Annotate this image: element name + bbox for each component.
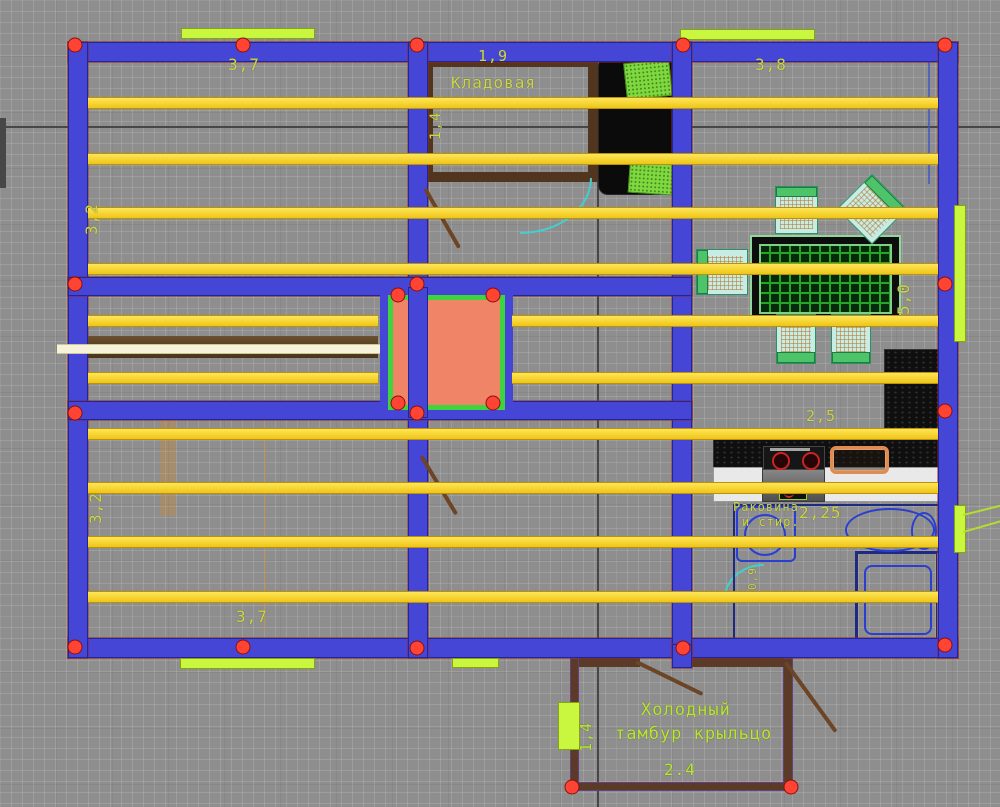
wall-outer-top[interactable] xyxy=(68,42,958,62)
node-point[interactable] xyxy=(486,396,501,411)
kitchen-counter-bottom[interactable] xyxy=(713,439,940,470)
dim-bath-door[interactable]: 0,9 xyxy=(747,567,758,590)
dim-bottom-left[interactable]: 3,7 xyxy=(236,609,268,625)
window-top-left[interactable] xyxy=(181,28,315,39)
joist[interactable] xyxy=(88,482,938,494)
joist[interactable] xyxy=(88,536,938,548)
label-sink-line2[interactable]: и стир. xyxy=(742,516,800,528)
node-point[interactable] xyxy=(410,406,425,421)
joist[interactable] xyxy=(88,97,938,109)
joist[interactable] xyxy=(88,207,938,219)
node-point[interactable] xyxy=(236,38,251,53)
annex-wall-top-left[interactable] xyxy=(579,658,640,667)
dim-annex-width[interactable]: 2.4 xyxy=(664,762,696,778)
highlighted-joist[interactable] xyxy=(57,344,380,354)
node-point[interactable] xyxy=(938,38,953,53)
annex-wall-bottom[interactable] xyxy=(570,782,793,791)
node-point[interactable] xyxy=(410,277,425,292)
room-label-annex-line1[interactable]: Холодный xyxy=(641,702,731,719)
chair-backrest xyxy=(776,187,817,197)
node-point[interactable] xyxy=(391,288,406,303)
dim-left-lower[interactable]: 3,2 xyxy=(88,492,104,524)
joist[interactable] xyxy=(88,153,938,165)
room-label-annex-line2[interactable]: тамбур крыльцо xyxy=(615,726,772,743)
joist[interactable] xyxy=(88,315,378,327)
joist[interactable] xyxy=(512,372,938,384)
dim-kitchen-wall[interactable]: 2,25 xyxy=(799,505,842,521)
joist[interactable] xyxy=(88,263,938,275)
dim-annex-depth[interactable]: 1,4 xyxy=(579,722,594,752)
node-point[interactable] xyxy=(784,780,799,795)
room-label-storage[interactable]: Кладовая xyxy=(451,75,536,91)
node-point[interactable] xyxy=(565,780,580,795)
window-bottom-left[interactable] xyxy=(180,658,315,669)
wall-inner-vertical-2[interactable] xyxy=(672,42,692,658)
joist[interactable] xyxy=(88,372,378,384)
joist[interactable] xyxy=(512,315,938,327)
window-leader-line-2 xyxy=(963,520,1000,533)
window-right-lower[interactable] xyxy=(954,505,966,553)
node-point[interactable] xyxy=(938,404,953,419)
node-point[interactable] xyxy=(391,396,406,411)
window-right-upper[interactable] xyxy=(954,205,966,342)
left-edge-guide-tick xyxy=(0,118,6,188)
node-point[interactable] xyxy=(938,277,953,292)
dim-left-upper[interactable]: 3,2 xyxy=(84,203,100,235)
node-point[interactable] xyxy=(68,640,83,655)
annex-wall-top-right[interactable] xyxy=(687,658,784,667)
dim-kitchen-run[interactable]: 2,5 xyxy=(806,409,836,424)
kitchen-sink[interactable] xyxy=(830,446,889,474)
vertical-guide-line xyxy=(597,126,599,807)
beam-over-stove xyxy=(408,287,428,418)
cad-canvas[interactable]: 3,7 1,9 Кладовая 3,8 1,4 3,2 5,0 2,5 2,2… xyxy=(0,0,1000,807)
node-point[interactable] xyxy=(236,640,251,655)
node-point[interactable] xyxy=(938,638,953,653)
node-point[interactable] xyxy=(486,288,501,303)
label-sink-line1[interactable]: Раковина xyxy=(733,501,799,513)
sofa-pillow-top[interactable] xyxy=(623,59,673,101)
dim-storage-depth[interactable]: 1,4 xyxy=(429,112,443,140)
wall-outer-bottom[interactable] xyxy=(68,638,958,658)
burner-right xyxy=(802,452,820,470)
node-point[interactable] xyxy=(68,277,83,292)
wall-outer-right[interactable] xyxy=(938,42,958,658)
dim-top-left[interactable]: 3,7 xyxy=(228,57,260,73)
burner-left xyxy=(772,452,790,470)
storage-door-arc xyxy=(520,178,592,234)
dining-table[interactable] xyxy=(752,237,899,321)
node-point[interactable] xyxy=(68,406,83,421)
node-point[interactable] xyxy=(676,641,691,656)
window-bottom-middle[interactable] xyxy=(452,658,499,668)
window-top-right[interactable] xyxy=(680,29,815,40)
dim-storage-width[interactable]: 1,9 xyxy=(478,49,508,64)
annex-wall-right[interactable] xyxy=(783,658,793,791)
joist[interactable] xyxy=(88,428,938,440)
node-point[interactable] xyxy=(68,38,83,53)
dim-top-right[interactable]: 3,8 xyxy=(755,57,787,73)
stove-body xyxy=(388,295,505,410)
chair-backrest xyxy=(832,352,870,363)
node-point[interactable] xyxy=(410,38,425,53)
dim-right-room[interactable]: 5,0 xyxy=(896,283,912,315)
node-point[interactable] xyxy=(676,38,691,53)
cooktop-controls xyxy=(770,448,810,451)
bath-partition-v xyxy=(733,504,735,638)
window-leader-line-1 xyxy=(963,504,1000,516)
node-point[interactable] xyxy=(410,641,425,656)
joist[interactable] xyxy=(88,591,938,603)
chair-backrest xyxy=(777,352,815,363)
window-sight-line xyxy=(928,60,930,184)
